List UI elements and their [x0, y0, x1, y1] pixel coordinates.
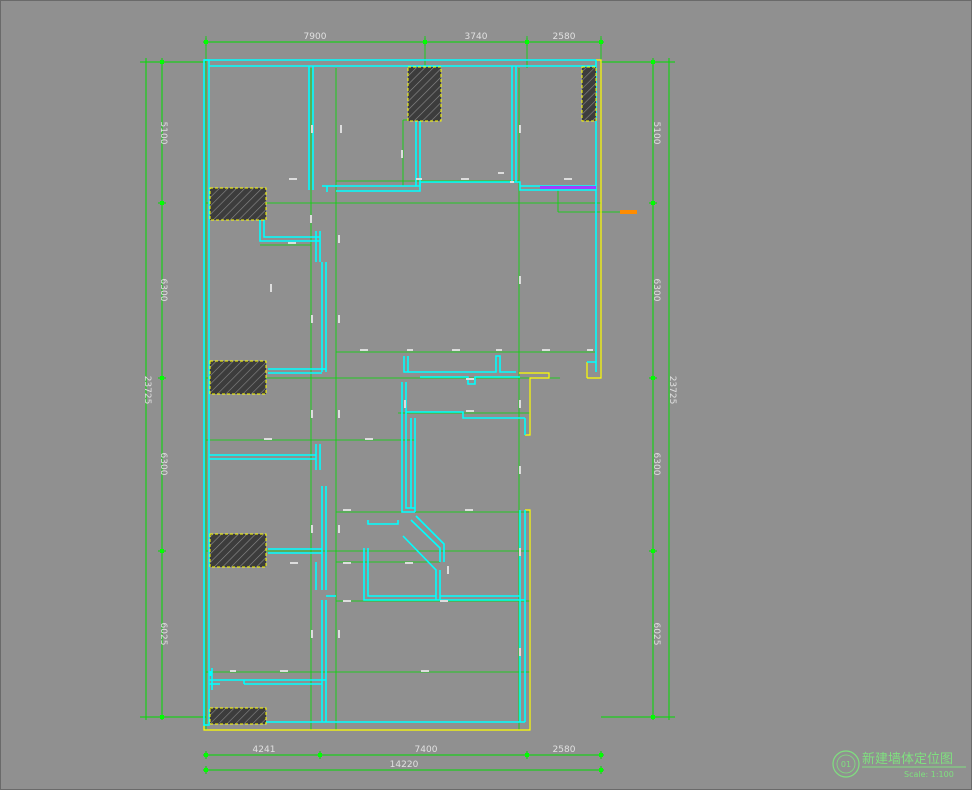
top-dim-3: 2580: [553, 32, 576, 42]
purple-wall-segment: [540, 186, 596, 189]
bottom-total-dim: 14220: [390, 760, 419, 770]
left-total-dim: 23725: [142, 376, 152, 405]
right-dim-3: 6300: [651, 453, 661, 476]
right-dim-1: 5100: [651, 122, 661, 145]
left-dim-4: 6025: [158, 623, 168, 646]
right-total-dim: 23725: [667, 376, 677, 405]
bottom-dim-1: 4241: [253, 745, 276, 755]
top-dim-2: 3740: [465, 32, 488, 42]
drawing-title: 新建墙体定位图: [862, 751, 953, 767]
drawing-scale: Scale: 1:100: [904, 770, 954, 779]
right-dim-2: 6300: [651, 279, 661, 302]
left-dim-3: 6300: [158, 453, 168, 476]
bottom-dim-3: 2580: [553, 745, 576, 755]
title-badge-number: 01: [841, 760, 851, 769]
floor-plan-drawing: 7900 3740 2580 4241 7400 2580 14220 5100…: [0, 0, 972, 790]
top-dim-1: 7900: [304, 32, 327, 42]
orange-marker: [620, 210, 637, 214]
right-dim-4: 6025: [651, 623, 661, 646]
left-dim-2: 6300: [158, 279, 168, 302]
wall-fills: [209, 671, 212, 676]
left-dim-1: 5100: [158, 122, 168, 145]
bottom-dim-2: 7400: [415, 745, 438, 755]
